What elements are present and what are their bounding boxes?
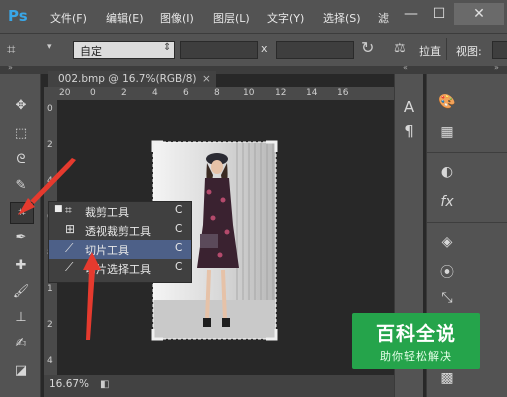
divider: [427, 222, 507, 223]
channels-icon[interactable]: ⦿: [435, 262, 459, 282]
ruler-label: 2: [121, 88, 127, 98]
flyout-item-crop[interactable]: ■ ⌗ 裁剪工具 C: [49, 202, 191, 221]
flyout-item-slice[interactable]: ⟋ 切片工具 C: [49, 240, 191, 259]
status-menu-icon[interactable]: ◧: [100, 379, 109, 390]
view-select[interactable]: [492, 41, 507, 59]
flyout-item-shortcut: C: [175, 223, 183, 235]
height-field[interactable]: [276, 41, 354, 59]
document-tab[interactable]: 002.bmp @ 16.7%(RGB/8) ×: [48, 71, 216, 87]
photoshop-logo: Ps: [8, 7, 28, 25]
flyout-item-shortcut: C: [175, 261, 183, 273]
character-panel-icon[interactable]: A: [397, 98, 421, 116]
lasso-tool-icon[interactable]: ᘓ: [10, 150, 32, 170]
perspective-crop-icon: ⊞: [65, 222, 76, 236]
ruler-label: 10: [243, 88, 255, 98]
flyout-item-shortcut: C: [175, 242, 183, 254]
healing-brush-tool-icon[interactable]: ✚: [10, 256, 32, 276]
flyout-item-slice-select[interactable]: ⟋ 切片选择工具 C: [49, 259, 191, 278]
flyout-item-shortcut: C: [175, 204, 183, 216]
divider: [446, 38, 447, 60]
preset-value: 自定: [80, 45, 102, 58]
divider: [427, 152, 507, 153]
collapse-icon[interactable]: »: [8, 63, 13, 72]
menu-select[interactable]: 选择(S): [323, 10, 361, 26]
eyedropper-tool-icon[interactable]: ✒: [10, 228, 32, 248]
paragraph-panel-icon[interactable]: ¶: [397, 122, 421, 140]
tools-panel: ✥ ⬚ ᘓ ✎ ⌗ ✒ ✚ 🖌 ⊥ ✍ ◪: [0, 74, 41, 397]
ruler-label: 6: [183, 88, 189, 98]
straighten-label[interactable]: 拉直: [419, 43, 441, 59]
menu-layer[interactable]: 图层(L): [213, 10, 250, 26]
crop-tool-preset-icon[interactable]: ⌗: [7, 40, 15, 58]
flyout-item-label: 透视裁剪工具: [85, 225, 151, 238]
marquee-tool-icon[interactable]: ⬚: [10, 124, 32, 144]
options-bar: ⌗ ▾ 自定 ⇕ x ↻ ⚖ 拉直 视图:: [0, 33, 507, 67]
ruler-label: 8: [214, 88, 220, 98]
flyout-item-label: 裁剪工具: [85, 206, 129, 219]
ruler-label: 4: [47, 356, 53, 366]
slice-icon: ⟋: [65, 241, 74, 255]
flyout-item-perspective-crop[interactable]: ⊞ 透视裁剪工具 C: [49, 221, 191, 240]
watermark-subtitle: 助你轻松解决: [380, 350, 452, 363]
ruler-label: 0: [47, 104, 53, 114]
quick-select-tool-icon[interactable]: ✎: [10, 176, 32, 196]
eraser-tool-icon[interactable]: ◪: [10, 361, 32, 381]
adjustments-icon[interactable]: ◐: [435, 164, 459, 180]
close-icon[interactable]: ✕: [454, 3, 504, 25]
ruler-label: 4: [152, 88, 158, 98]
menu-edit[interactable]: 编辑(E): [106, 10, 144, 26]
ruler-label: 0: [90, 88, 96, 98]
ruler-label: 20: [59, 88, 71, 98]
flyout-item-label: 切片选择工具: [85, 263, 151, 276]
view-label: 视图:: [456, 45, 482, 58]
selected-bullet-icon: ■: [54, 204, 63, 214]
watermark-title: 百科全说: [375, 323, 456, 345]
move-tool-icon[interactable]: ✥: [10, 96, 32, 116]
status-bar: [44, 375, 394, 397]
chevron-down-icon[interactable]: ▾: [47, 42, 52, 52]
history-brush-tool-icon[interactable]: ✍: [10, 334, 32, 354]
maximize-icon[interactable]: ☐: [426, 3, 452, 25]
ruler-label: 12: [275, 88, 287, 98]
straighten-icon[interactable]: ⚖: [394, 41, 406, 56]
zoom-level[interactable]: 16.67%: [49, 378, 89, 390]
updown-icon: ⇕: [163, 42, 172, 53]
rotate-reset-icon[interactable]: ↻: [361, 38, 374, 57]
crop-tool-flyout: ■ ⌗ 裁剪工具 C ⊞ 透视裁剪工具 C ⟋ 切片工具 C ⟋ 切片选择工具 …: [48, 201, 192, 283]
properties-icon[interactable]: ▩: [435, 370, 459, 386]
ruler-label: 14: [306, 88, 318, 98]
flyout-item-label: 切片工具: [85, 244, 129, 257]
close-tab-icon[interactable]: ×: [202, 71, 211, 87]
ruler-label: 2: [47, 140, 53, 150]
horizontal-ruler: 20 0 2 4 6 8 10 12 14 16: [44, 87, 394, 101]
width-field[interactable]: [180, 41, 258, 59]
color-palette-icon[interactable]: 🎨: [435, 94, 459, 110]
watermark-badge: 百科全说 助你轻松解决: [352, 313, 480, 369]
layers-icon[interactable]: ◈: [435, 234, 459, 250]
collapse-icon[interactable]: »: [494, 63, 499, 72]
minimize-icon[interactable]: —: [398, 3, 424, 25]
menu-image[interactable]: 图像(I): [160, 10, 194, 26]
menu-filter[interactable]: 滤: [378, 10, 389, 26]
times-sign: x: [261, 42, 268, 55]
menu-bar: Ps 文件(F) 编辑(E) 图像(I) 图层(L) 文字(Y) 选择(S) 滤…: [0, 0, 507, 33]
ruler-label: 2: [47, 320, 53, 330]
styles-icon[interactable]: fx: [435, 194, 459, 210]
brush-tool-icon[interactable]: 🖌: [10, 282, 32, 302]
slice-select-icon: ⟋: [65, 260, 74, 274]
collapse-icon[interactable]: «: [403, 63, 408, 72]
crop-tool-icon[interactable]: ⌗: [10, 202, 34, 224]
ruler-label: 1: [47, 284, 53, 294]
paths-icon[interactable]: ⤡: [435, 290, 459, 306]
swatches-grid-icon[interactable]: ▦: [435, 124, 459, 140]
menu-type[interactable]: 文字(Y): [267, 10, 304, 26]
preset-select[interactable]: 自定 ⇕: [73, 41, 175, 59]
ruler-label: 16: [337, 88, 349, 98]
crop-icon: ⌗: [65, 203, 72, 217]
menu-file[interactable]: 文件(F): [50, 10, 87, 26]
document-title: 002.bmp @ 16.7%(RGB/8): [58, 73, 197, 85]
ruler-label: 4: [47, 176, 53, 186]
stamp-tool-icon[interactable]: ⊥: [10, 308, 32, 328]
